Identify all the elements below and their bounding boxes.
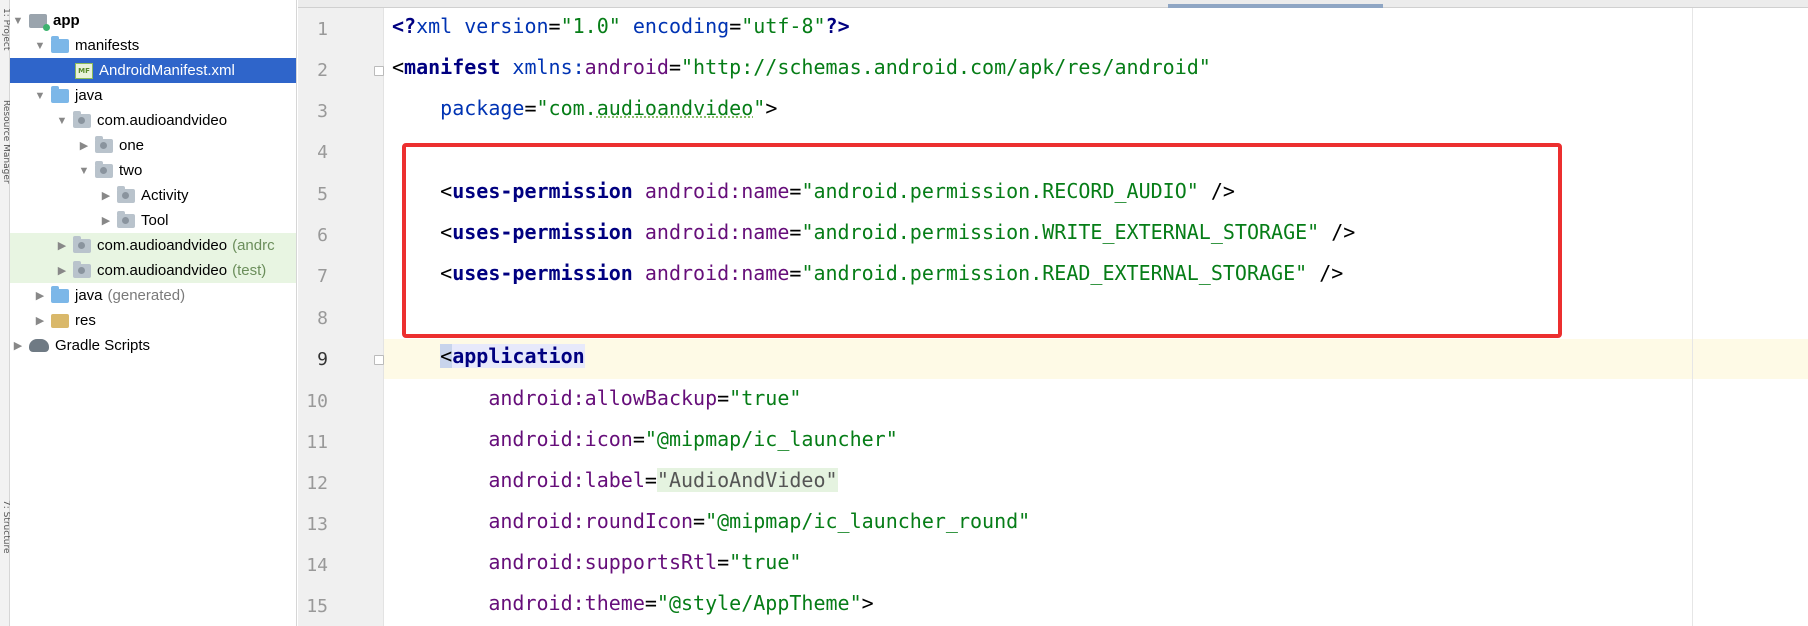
package-icon <box>73 110 91 128</box>
chevron-down-icon[interactable]: ▼ <box>78 165 90 177</box>
package-icon <box>95 160 113 178</box>
chevron-down-icon[interactable]: ▼ <box>34 40 46 52</box>
tree-item-gradle-scripts[interactable]: ▶ Gradle Scripts <box>10 333 296 358</box>
code-line: <application <box>440 344 585 368</box>
tree-item-label: AndroidManifest.xml <box>99 62 235 79</box>
chevron-down-icon[interactable]: ▼ <box>34 90 46 102</box>
tree-item-label: two <box>119 162 143 179</box>
tree-item-res[interactable]: ▶ res <box>10 308 296 333</box>
line-number: 6 <box>317 225 328 246</box>
code-line: package="com.audioandvideo"> <box>440 96 778 120</box>
line-number: 2 <box>317 60 328 81</box>
tree-item-label: java <box>75 87 103 104</box>
code-line: android:label="AudioAndVideo" <box>488 468 838 492</box>
tree-item-androidmanifest[interactable]: ▶ MF AndroidManifest.xml <box>10 58 296 83</box>
tree-item-label: app <box>53 12 80 29</box>
fold-icon[interactable] <box>374 355 384 365</box>
line-number: 7 <box>317 266 328 287</box>
tree-item-tool[interactable]: ▶ Tool <box>10 208 296 233</box>
tree-item-package-test[interactable]: ▶ com.audioandvideo (test) <box>10 258 296 283</box>
tree-item-activity[interactable]: ▶ Activity <box>10 183 296 208</box>
chevron-right-icon[interactable]: ▶ <box>100 214 112 227</box>
package-icon <box>73 235 91 253</box>
fold-icon[interactable] <box>374 66 384 76</box>
editor-gutter: 1 2 3 4 5 6 7 8 9 10 11 12 13 14 15 <box>298 8 413 626</box>
code-line: <?xml version="1.0" encoding="utf-8"?> <box>392 14 850 38</box>
current-line-highlight <box>384 339 1808 379</box>
tree-item-label: res <box>75 312 96 329</box>
line-number: 1 <box>317 19 328 40</box>
tree-item-label: Gradle Scripts <box>55 337 151 354</box>
code-line: <manifest xmlns:android="http://schemas.… <box>392 55 1211 79</box>
tree-item-label: Activity <box>141 187 189 204</box>
chevron-right-icon[interactable]: ▶ <box>78 139 90 152</box>
line-number-current: 9 <box>317 349 328 370</box>
tree-item-one[interactable]: ▶ one <box>10 133 296 158</box>
code-line: android:allowBackup="true" <box>488 386 802 410</box>
generated-folder-icon <box>51 285 69 303</box>
line-number: 8 <box>317 308 328 329</box>
line-number: 12 <box>306 473 328 494</box>
chevron-right-icon[interactable]: ▶ <box>34 314 46 327</box>
line-number: 13 <box>306 514 328 535</box>
code-line: android:theme="@style/AppTheme"> <box>488 591 874 615</box>
line-number: 10 <box>306 391 328 412</box>
chevron-right-icon[interactable]: ▶ <box>56 239 68 252</box>
tree-item-package-main[interactable]: ▼ com.audioandvideo <box>10 108 296 133</box>
chevron-down-icon[interactable]: ▼ <box>56 115 68 127</box>
project-tree: ▼ app ▼ manifests ▶ MF AndroidManifest.x… <box>10 0 297 626</box>
package-icon <box>117 210 135 228</box>
tree-item-label: manifests <box>75 37 140 54</box>
right-margin-guide <box>1692 8 1693 626</box>
package-icon <box>117 185 135 203</box>
line-number: 4 <box>317 142 328 163</box>
code-line: android:roundIcon="@mipmap/ic_launcher_r… <box>488 509 1031 533</box>
line-number: 11 <box>306 432 328 453</box>
annotation-highlight-box <box>402 143 1562 338</box>
chevron-right-icon[interactable]: ▶ <box>56 264 68 277</box>
res-folder-icon <box>51 313 69 328</box>
chevron-down-icon[interactable]: ▼ <box>12 15 24 27</box>
gradle-icon <box>29 339 49 352</box>
manifest-file-icon: MF <box>75 62 93 79</box>
chevron-right-icon[interactable]: ▶ <box>100 189 112 202</box>
line-number: 5 <box>317 184 328 205</box>
code-line: android:supportsRtl="true" <box>488 550 802 574</box>
package-icon <box>73 260 91 278</box>
chevron-right-icon[interactable]: ▶ <box>34 289 46 302</box>
tree-item-suffix: (andrc <box>232 237 275 254</box>
tree-item-label: com.audioandvideo <box>97 112 228 129</box>
tree-item-app[interactable]: ▼ app <box>10 8 296 33</box>
tree-item-label: Tool <box>141 212 169 229</box>
folder-icon <box>51 85 69 103</box>
line-number: 3 <box>317 101 328 122</box>
editor-tab-bar <box>298 0 1808 8</box>
chevron-right-icon[interactable]: ▶ <box>12 339 24 352</box>
tree-item-label: java <box>75 287 103 304</box>
tree-item-two[interactable]: ▼ two <box>10 158 296 183</box>
folder-icon <box>51 35 69 53</box>
tree-item-suffix: (test) <box>232 262 267 279</box>
tree-item-manifests[interactable]: ▼ manifests <box>10 33 296 58</box>
line-number: 15 <box>306 596 328 617</box>
tree-item-java[interactable]: ▼ java <box>10 83 296 108</box>
tree-item-suffix: (generated) <box>107 287 186 304</box>
tree-item-label: com.audioandvideo <box>97 237 228 254</box>
line-number: 14 <box>306 555 328 576</box>
package-icon <box>95 135 113 153</box>
code-line: android:icon="@mipmap/ic_launcher" <box>488 427 898 451</box>
app-module-icon <box>29 13 50 31</box>
tree-item-package-androidtest[interactable]: ▶ com.audioandvideo (andrc <box>10 233 296 258</box>
tool-window-strip: 1: Project Resource Manager 7: Structure <box>0 0 11 626</box>
tree-item-label: one <box>119 137 145 154</box>
tree-item-java-generated[interactable]: ▶ java (generated) <box>10 283 296 308</box>
tree-item-label: com.audioandvideo <box>97 262 228 279</box>
